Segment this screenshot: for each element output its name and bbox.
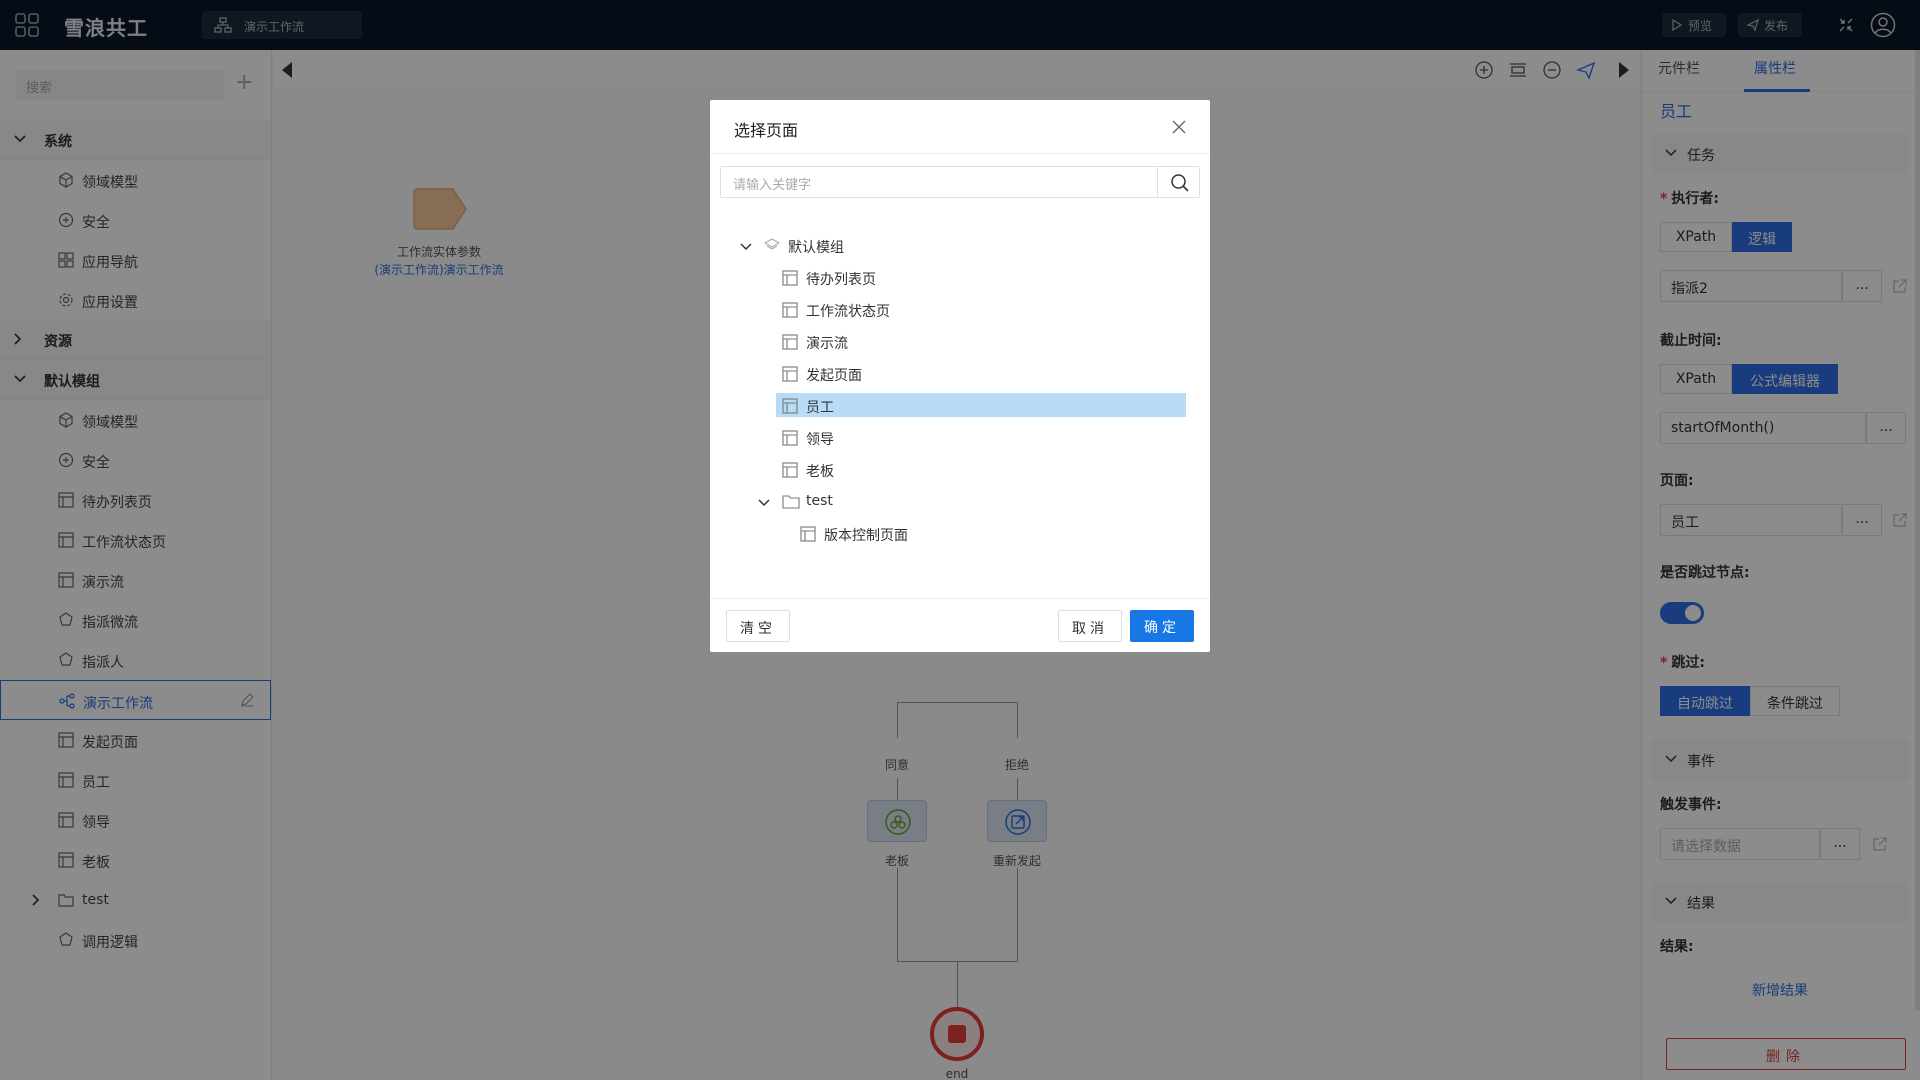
dialog-title: 选择页面 [734,121,799,140]
page-icon [782,462,798,478]
tree-node-page[interactable]: 版本控制页面 [710,518,1210,550]
tree-node-label: 老板 [806,464,834,480]
tree-node-page[interactable]: 待办列表页 [710,262,1210,294]
dialog-header: 选择页面 [710,100,1210,154]
page-icon [800,526,816,542]
page-icon [782,398,798,414]
tree-node-page[interactable]: 领导 [710,422,1210,454]
module-icon [764,238,780,250]
tree-node-page-selected[interactable]: 员工 [710,390,1210,422]
dialog-search-placeholder: 请输入关键字 [733,178,812,193]
tree-node-page[interactable]: 工作流状态页 [710,294,1210,326]
tree-node-label: 版本控制页面 [824,528,908,544]
dialog-search-button[interactable] [1157,167,1199,197]
page-icon [782,430,798,446]
page-tree: 默认模组 待办列表页 工作流状态页 演示流 发起页面 员工 领导 老板 test… [710,230,1210,550]
chevron-down-icon[interactable] [740,243,752,251]
tree-node-label: 默认模组 [788,240,844,256]
tree-node-label: 员工 [806,400,834,416]
tree-node-label: 演示流 [806,336,848,352]
tree-node-page[interactable]: 老板 [710,454,1210,486]
tree-node-page[interactable]: 发起页面 [710,358,1210,390]
page-icon [782,302,798,318]
tree-node-label: test [806,493,833,509]
folder-icon [782,495,800,509]
dialog-search-input[interactable]: 请输入关键字 [720,166,1200,198]
tree-node-page[interactable]: 演示流 [710,326,1210,358]
page-icon [782,334,798,350]
page-icon [782,270,798,286]
page-icon [782,366,798,382]
tree-node-label: 待办列表页 [806,272,876,288]
chevron-down-icon[interactable] [758,499,770,507]
clear-button[interactable]: 清空 [726,610,790,642]
search-icon [1171,174,1189,192]
confirm-button[interactable]: 确定 [1130,610,1194,642]
select-page-dialog: 选择页面 请输入关键字 默认模组 待办列表页 工作流状态页 演示流 发起页面 员… [710,100,1210,652]
tree-node-label: 发起页面 [806,368,862,384]
selection-highlight [776,393,1186,417]
close-icon[interactable] [1172,120,1186,134]
tree-node-label: 领导 [806,432,834,448]
tree-node-default-module[interactable]: 默认模组 [710,230,1210,262]
dialog-footer: 清空 取消 确定 [710,598,1210,652]
tree-node-label: 工作流状态页 [806,304,890,320]
tree-node-folder-test[interactable]: test [710,486,1210,518]
cancel-button[interactable]: 取消 [1058,610,1122,642]
